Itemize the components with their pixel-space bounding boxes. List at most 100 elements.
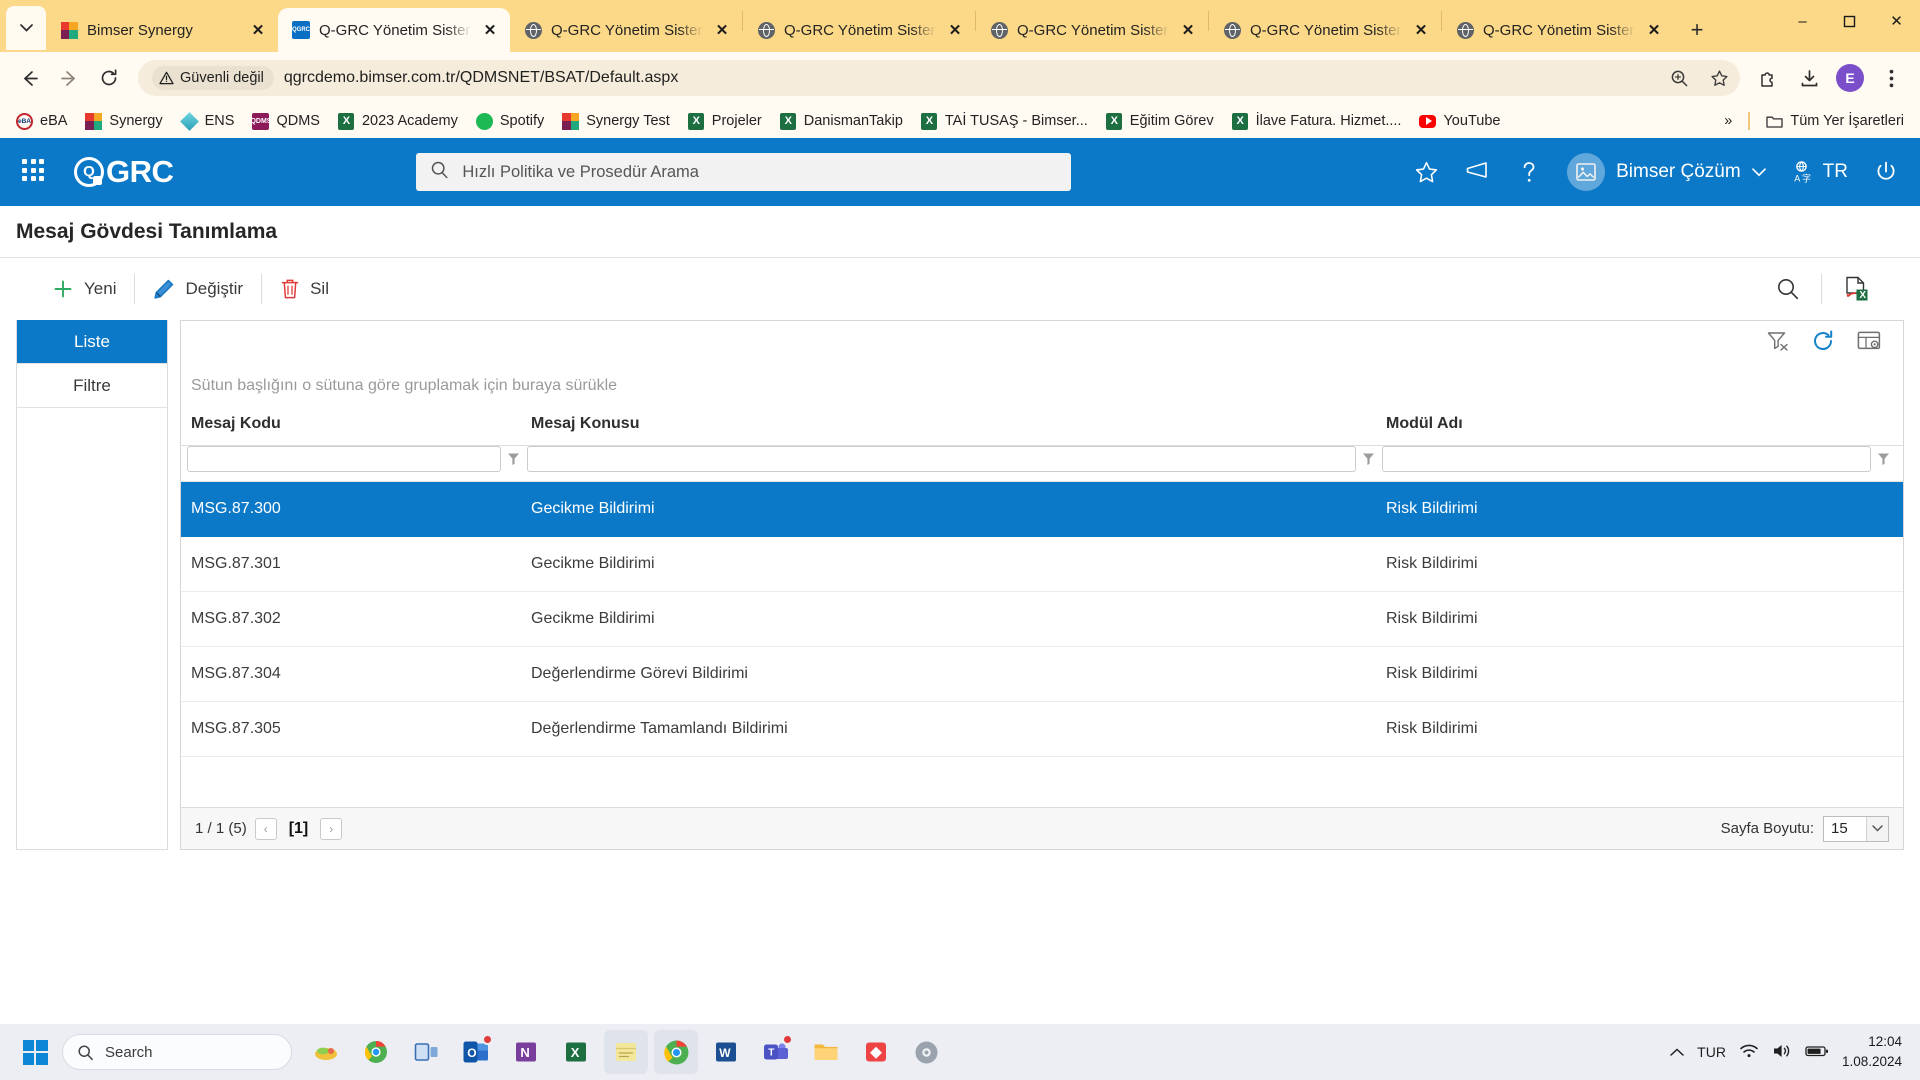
chrome-pre-icon[interactable] [354,1030,398,1074]
extensions-button[interactable] [1750,59,1788,97]
widgets-icon[interactable] [304,1030,348,1074]
table-row[interactable]: MSG.87.304 Değerlendirme Görevi Bildirim… [181,647,1903,702]
not-secure-badge[interactable]: Güvenli değil [152,66,274,90]
bookmark-item[interactable]: Synergy [77,109,170,134]
downloads-button[interactable] [1790,59,1828,97]
language-selector[interactable]: A字 TR [1792,160,1848,184]
table-row[interactable]: MSG.87.302 Gecikme Bildirimi Risk Bildir… [181,592,1903,647]
chrome-icon[interactable] [654,1030,698,1074]
address-bar[interactable]: Güvenli değil qgrcdemo.bimser.com.tr/QDM… [138,60,1740,96]
bookmark-item[interactable]: ENS [173,109,243,134]
bookmark-item[interactable]: X 2023 Academy [330,109,466,134]
table-row[interactable]: MSG.87.300 Gecikme Bildirimi Risk Bildir… [181,482,1903,537]
refresh-icon[interactable] [1811,329,1835,358]
clear-filter-icon[interactable] [1767,331,1789,356]
prev-page-button[interactable]: ‹ [254,817,277,840]
close-icon[interactable]: ✕ [480,20,500,40]
bookmark-item[interactable]: Spotify [468,109,552,134]
page-size-select[interactable]: 15 [1823,815,1889,842]
bookmark-item[interactable]: X Projeler [680,109,770,134]
close-icon[interactable]: ✕ [248,20,268,40]
browser-tab[interactable]: Q-GRC Yönetim Sistemi ✕ [1209,8,1441,52]
star-icon[interactable] [1414,160,1439,185]
sidebar-item-filtre[interactable]: Filtre [17,364,167,408]
export-excel-button[interactable]: X [1822,276,1890,303]
word-icon[interactable]: W [704,1030,748,1074]
outlook-icon[interactable]: O [454,1030,498,1074]
table-row[interactable]: MSG.87.305 Değerlendirme Tamamlandı Bild… [181,702,1903,757]
file-explorer-icon[interactable] [804,1030,848,1074]
tab-search-button[interactable] [6,6,46,50]
minimize-button[interactable]: – [1779,0,1826,42]
windows-start-icon[interactable] [14,1031,56,1073]
bookmark-item[interactable]: QDMS QDMS [244,109,328,134]
bookmark-item[interactable]: Synergy Test [554,109,678,134]
search-records-button[interactable] [1755,276,1821,302]
volume-icon[interactable] [1772,1043,1792,1062]
apps-grid-icon[interactable] [22,159,48,185]
taskbar-clock[interactable]: 12:04 1.08.2024 [1842,1032,1902,1071]
column-settings-icon[interactable] [1857,330,1881,357]
quick-search-box[interactable] [416,153,1072,191]
forward-button[interactable] [50,59,88,97]
browser-tab[interactable]: Q-GRC Yönetim Sistemi ✕ [743,8,975,52]
column-header-mesaj-konusu[interactable]: Mesaj Konusu [527,407,1382,445]
search-input[interactable] [462,162,1058,182]
megaphone-icon[interactable] [1465,160,1491,184]
browser-tab[interactable]: Q-GRC Yönetim Sistemi ✕ [1442,8,1674,52]
language-indicator[interactable]: TUR [1697,1044,1726,1060]
funnel-icon[interactable] [1360,452,1376,466]
filter-input-mesaj-konusu[interactable] [527,446,1356,472]
question-mark-icon[interactable] [1517,159,1541,185]
browser-tab[interactable]: Q-GRC Yönetim Sistemi ✕ [976,8,1208,52]
current-page[interactable]: [1] [285,820,313,838]
new-button[interactable]: Yeni [34,278,134,300]
anydesk-icon[interactable] [854,1030,898,1074]
sidebar-item-liste[interactable]: Liste [17,320,167,364]
bookmarks-overflow-button[interactable]: » [1716,109,1740,133]
user-menu[interactable]: Bimser Çözüm [1567,153,1766,191]
power-icon[interactable] [1874,160,1898,184]
edit-button[interactable]: Değiştir [135,278,261,300]
column-header-modul-adi[interactable]: Modül Adı [1382,407,1897,445]
task-view-icon[interactable] [404,1030,448,1074]
funnel-icon[interactable] [1875,452,1891,466]
settings-icon[interactable] [904,1030,948,1074]
close-window-button[interactable]: ✕ [1873,0,1920,42]
chevron-up-icon[interactable] [1670,1044,1684,1060]
column-header-mesaj-kodu[interactable]: Mesaj Kodu [187,407,527,445]
back-button[interactable] [10,59,48,97]
close-icon[interactable]: ✕ [712,20,732,40]
filter-input-modul-adi[interactable] [1382,446,1871,472]
close-icon[interactable]: ✕ [1178,20,1198,40]
close-icon[interactable]: ✕ [945,20,965,40]
browser-tab[interactable]: Bimser Synergy ✕ [46,8,278,52]
sticky-notes-icon[interactable] [604,1030,648,1074]
new-tab-button[interactable]: + [1680,13,1714,47]
maximize-button[interactable] [1826,0,1873,42]
chevron-down-icon[interactable] [1866,816,1888,841]
bookmark-item[interactable]: X DanismanTakip [772,109,911,134]
table-row[interactable]: MSG.87.301 Gecikme Bildirimi Risk Bildir… [181,537,1903,592]
chrome-menu-button[interactable] [1872,59,1910,97]
filter-input-mesaj-kodu[interactable] [187,446,501,472]
next-page-button[interactable]: › [320,817,343,840]
all-bookmarks-button[interactable]: Tüm Yer İşaretleri [1758,109,1912,134]
reload-button[interactable] [90,59,128,97]
close-icon[interactable]: ✕ [1644,20,1664,40]
browser-tab-active[interactable]: QGRC Q-GRC Yönetim Sistemi ✕ [278,8,510,52]
teams-icon[interactable]: T [754,1030,798,1074]
group-drop-hint[interactable]: Sütun başlığını o sütuna göre gruplamak … [181,365,1903,407]
bookmark-item[interactable]: X TAİ TUSAŞ - Bimser... [913,109,1096,134]
close-icon[interactable]: ✕ [1411,20,1431,40]
wifi-icon[interactable] [1739,1043,1759,1062]
delete-button[interactable]: Sil [262,278,347,300]
bookmark-item[interactable]: YouTube [1411,109,1508,134]
browser-tab[interactable]: Q-GRC Yönetim Sistemi ✕ [510,8,742,52]
onenote-icon[interactable]: N [504,1030,548,1074]
profile-avatar[interactable]: E [1836,64,1864,92]
bookmark-star-icon[interactable] [1704,63,1734,93]
excel-icon[interactable]: X [554,1030,598,1074]
bookmark-item[interactable]: eBA eBA [8,109,75,134]
battery-icon[interactable] [1805,1044,1829,1061]
